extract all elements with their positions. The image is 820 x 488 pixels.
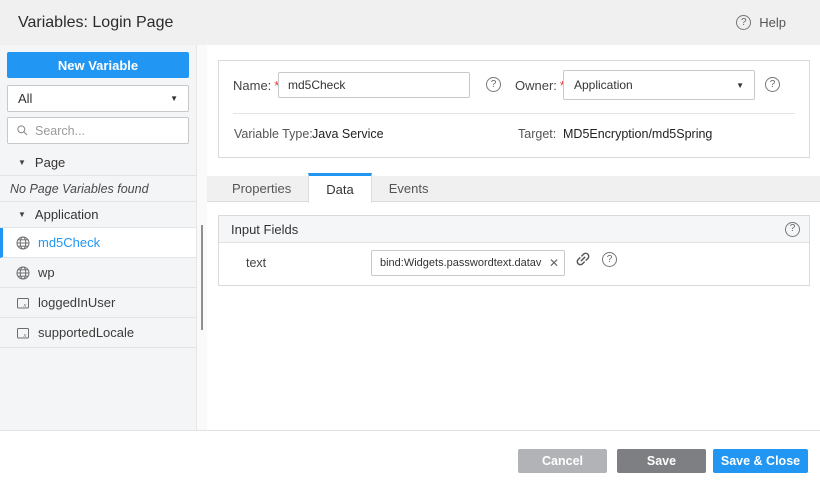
static-variable-icon: x bbox=[15, 325, 31, 341]
tree-section-application[interactable]: ▼ Application bbox=[0, 202, 196, 228]
field-text-label: text bbox=[246, 256, 266, 270]
card-divider bbox=[233, 113, 795, 114]
tab-data[interactable]: Data bbox=[308, 173, 371, 203]
owner-dropdown[interactable]: Application ▼ bbox=[563, 70, 755, 100]
sidebar-item-wp[interactable]: wp bbox=[0, 258, 196, 288]
chevron-down-icon: ▼ bbox=[170, 94, 178, 103]
input-fields-help-icon[interactable]: ? bbox=[785, 222, 800, 237]
service-variable-icon bbox=[15, 265, 31, 281]
caret-down-icon: ▼ bbox=[18, 158, 26, 167]
sidebar-scroll-gutter bbox=[196, 45, 207, 430]
save-button[interactable]: Save bbox=[617, 449, 706, 473]
variables-tree: ▼ Page No Page Variables found ▼ Applica… bbox=[0, 150, 196, 348]
name-label: Name:* bbox=[233, 73, 279, 98]
clear-binding-icon[interactable]: ✕ bbox=[544, 256, 564, 270]
sidebar-item-label: md5Check bbox=[38, 235, 100, 250]
svg-text:x: x bbox=[23, 302, 27, 309]
field-text-help-icon[interactable]: ? bbox=[602, 252, 617, 267]
sidebar-item-label: wp bbox=[38, 265, 55, 280]
tree-section-page[interactable]: ▼ Page bbox=[0, 150, 196, 176]
search-box bbox=[7, 117, 189, 144]
sidebar-item-label: loggedInUser bbox=[38, 295, 115, 310]
cancel-button[interactable]: Cancel bbox=[518, 449, 607, 473]
search-icon bbox=[16, 124, 29, 137]
sidebar-item-loggedinuser[interactable]: x loggedInUser bbox=[0, 288, 196, 318]
variable-type-label: Variable Type: bbox=[234, 127, 313, 141]
page-title: Variables: Login Page bbox=[18, 0, 173, 45]
variable-type-value: Java Service bbox=[312, 127, 384, 141]
sidebar-item-md5check[interactable]: md5Check bbox=[0, 228, 196, 258]
search-input[interactable] bbox=[35, 124, 196, 138]
name-help-icon[interactable]: ? bbox=[486, 77, 501, 92]
bind-expression-box: ✕ bbox=[371, 250, 565, 276]
page-variables-empty-message: No Page Variables found bbox=[0, 176, 196, 202]
save-and-close-button[interactable]: Save & Close bbox=[713, 449, 808, 473]
target-value: MD5Encryption/md5Spring bbox=[563, 127, 712, 141]
variable-filter-dropdown[interactable]: All ▼ bbox=[7, 85, 189, 112]
name-field[interactable] bbox=[278, 72, 470, 98]
name-label-text: Name: bbox=[233, 78, 271, 93]
svg-text:x: x bbox=[23, 332, 27, 339]
help-button[interactable]: ? Help bbox=[736, 0, 786, 45]
sidebar-item-label: supportedLocale bbox=[38, 325, 134, 340]
new-variable-button[interactable]: New Variable bbox=[7, 52, 189, 78]
owner-help-icon[interactable]: ? bbox=[765, 77, 780, 92]
tab-events[interactable]: Events bbox=[372, 176, 446, 201]
tree-section-application-label: Application bbox=[35, 207, 99, 222]
service-variable-icon bbox=[15, 235, 31, 251]
variable-summary-card: Name:* ? Owner:* Application ▼ ? Variabl… bbox=[218, 60, 810, 158]
variable-filter-value: All bbox=[18, 91, 170, 106]
help-label: Help bbox=[759, 15, 786, 30]
owner-label-text: Owner: bbox=[515, 78, 557, 93]
input-fields-body: text ✕ ? bbox=[219, 243, 809, 285]
scrollbar-thumb[interactable] bbox=[201, 225, 203, 330]
tree-section-page-label: Page bbox=[35, 155, 65, 170]
sidebar-item-supportedlocale[interactable]: x supportedLocale bbox=[0, 318, 196, 348]
owner-label: Owner:* bbox=[515, 73, 565, 98]
static-variable-icon: x bbox=[15, 295, 31, 311]
variables-sidebar: New Variable All ▼ ▼ Page No Page Variab… bbox=[0, 45, 196, 430]
caret-down-icon: ▼ bbox=[18, 210, 26, 219]
input-fields-title: Input Fields bbox=[231, 222, 785, 237]
input-fields-section: Input Fields ? text ✕ ? bbox=[218, 215, 810, 286]
owner-dropdown-value: Application bbox=[574, 78, 736, 92]
chevron-down-icon: ▼ bbox=[736, 81, 744, 90]
variable-meta-row: Variable Type: Java Service Target: MD5E… bbox=[219, 127, 809, 147]
tab-properties[interactable]: Properties bbox=[215, 176, 308, 201]
bind-link-icon[interactable] bbox=[574, 250, 592, 268]
footer-divider bbox=[0, 430, 820, 431]
help-icon: ? bbox=[736, 15, 751, 30]
bind-expression-input[interactable] bbox=[372, 257, 544, 269]
target-label: Target: bbox=[518, 127, 556, 141]
tab-bar: Properties Data Events bbox=[207, 176, 820, 202]
dialog-header: Variables: Login Page ? Help bbox=[0, 0, 820, 45]
input-fields-header: Input Fields ? bbox=[219, 216, 809, 243]
